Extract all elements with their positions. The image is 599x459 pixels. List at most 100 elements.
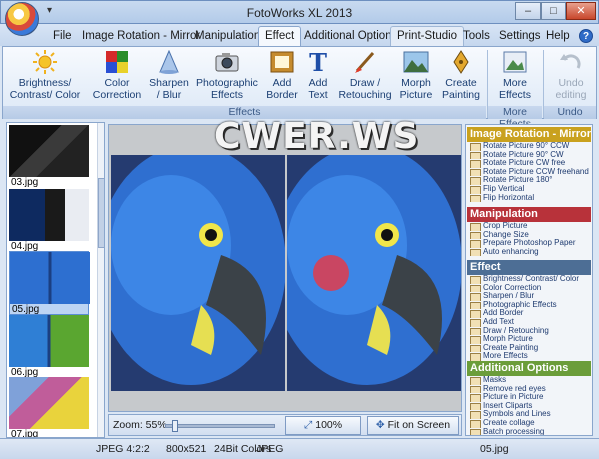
thumbnail-item-selected[interactable]: 05.jpg xyxy=(9,251,90,315)
window-title: FotoWorks XL 2013 xyxy=(246,6,353,20)
minimize-button[interactable]: – xyxy=(515,2,541,20)
add-border-button[interactable]: Add Border xyxy=(263,50,301,101)
undo-editing-button[interactable]: Undo editing xyxy=(547,50,595,101)
panel-item[interactable]: Rotate Picture CCW freehand xyxy=(467,168,591,177)
tab-manipulation[interactable]: Manipulation xyxy=(188,26,267,46)
panel-section-header[interactable]: Manipulation xyxy=(467,207,591,222)
add-border-label-1: Add xyxy=(272,77,292,89)
undo-label-2: editing xyxy=(555,89,587,101)
svg-text:T: T xyxy=(309,50,327,74)
panel-item[interactable]: Rotate Picture CW free xyxy=(467,159,591,168)
thumbnail-item[interactable]: 07.jpg xyxy=(9,377,89,437)
panel-item[interactable]: Sharpen / Blur xyxy=(467,292,591,301)
color-correction-label-1: Color xyxy=(104,77,130,89)
more-effects-label-1: More xyxy=(503,77,527,89)
panel-item[interactable]: Masks xyxy=(467,376,591,385)
thumbnail-item[interactable]: 06.jpg xyxy=(9,315,89,379)
draw-retouching-button[interactable]: Draw / Retouching xyxy=(337,50,393,101)
thumbnail-item[interactable]: 04.jpg xyxy=(9,189,89,253)
thumbnail-label: 05.jpg xyxy=(12,304,40,315)
close-button[interactable]: ✕ xyxy=(566,2,596,20)
parrot-original-image xyxy=(111,155,285,391)
panel-section: Additional Options Masks Remove red eyes Pi… xyxy=(467,361,591,435)
thumbnail-list: 03.jpg 04.jpg 05.jpg 06.jpg 07.jpg xyxy=(6,122,105,438)
add-text-label-1: Add xyxy=(308,77,328,89)
panel-item[interactable]: Rotate Picture 180° xyxy=(467,176,591,185)
undo-icon xyxy=(560,54,581,69)
scrollbar-thumb[interactable] xyxy=(98,178,104,248)
more-effects-button[interactable]: More Effects xyxy=(491,50,539,101)
draw-label-2: Retouching xyxy=(338,89,392,101)
photographic-label-1: Photographic xyxy=(196,77,258,89)
panel-item[interactable]: Auto enhancing xyxy=(467,248,591,257)
tab-file[interactable]: File xyxy=(46,26,79,46)
fit-screen-icon: ✥ xyxy=(375,419,385,431)
panel-section: Manipulation Crop Picture Change Size Prepa… xyxy=(467,207,591,257)
panel-section-header[interactable]: Additional Options xyxy=(467,361,591,376)
tab-additional-options[interactable]: Additional Options xyxy=(297,26,404,46)
panel-item[interactable]: More Effects xyxy=(467,352,591,361)
panel-item[interactable]: Morph Picture xyxy=(467,335,591,344)
sun-icon xyxy=(33,50,57,74)
panel-item[interactable]: Draw / Retouching xyxy=(467,327,591,336)
panel-item[interactable]: Change Size xyxy=(467,231,591,240)
panel-item[interactable]: Create Painting xyxy=(467,344,591,353)
panel-item[interactable]: Picture in Picture xyxy=(467,393,591,402)
maximize-button[interactable]: □ xyxy=(541,2,566,20)
panel-item[interactable]: Add Text xyxy=(467,318,591,327)
panel-item[interactable]: Symbols and Lines xyxy=(467,410,591,419)
panel-item[interactable]: Insert Cliparts xyxy=(467,402,591,411)
panel-item[interactable]: Add Border xyxy=(467,309,591,318)
photographic-effects-button[interactable]: Photographic Effects xyxy=(195,50,259,101)
draw-label-1: Draw / xyxy=(349,77,381,89)
more-effects-icon xyxy=(503,51,527,73)
zoom-slider[interactable] xyxy=(165,420,275,432)
add-border-label-2: Border xyxy=(266,89,298,101)
thumbnail-image xyxy=(9,315,89,367)
tab-effect[interactable]: Effect xyxy=(258,26,302,46)
add-text-button[interactable]: T Add Text xyxy=(303,50,333,101)
undo-label-1: Undo xyxy=(558,77,584,89)
app-menu-orb-icon[interactable] xyxy=(5,2,39,36)
color-correction-button[interactable]: Color Correction xyxy=(89,50,145,101)
panel-item[interactable]: Photographic Effects xyxy=(467,301,591,310)
brush-icon xyxy=(355,52,375,73)
sharpen-blur-button[interactable]: Sharpen / Blur xyxy=(147,50,191,101)
image-viewer[interactable] xyxy=(108,124,462,412)
status-dimensions: 800x521 xyxy=(166,443,207,455)
panel-item[interactable]: Create collage xyxy=(467,419,591,428)
zoom-100-button[interactable]: ⤢ 100% xyxy=(285,416,361,435)
title-bar: ▾ FotoWorks XL 2013 – □ ✕ xyxy=(0,0,599,24)
panel-section-header[interactable]: Image Rotation - Mirror xyxy=(467,127,591,142)
panel-item[interactable]: Remove red eyes xyxy=(467,385,591,394)
panel-section-header[interactable]: Effect xyxy=(467,260,591,275)
panel-item[interactable]: Crop Picture xyxy=(467,222,591,231)
help-icon[interactable]: ? xyxy=(579,29,593,43)
fit-on-screen-button[interactable]: ✥ Fit on Screen xyxy=(367,416,459,435)
brightness-label-1: Brightness/ xyxy=(18,77,72,89)
panel-item[interactable]: Rotate Picture 90° CCW xyxy=(467,142,591,151)
panel-item[interactable]: Flip Vertical xyxy=(467,185,591,194)
panel-item[interactable]: Rotate Picture 90° CW xyxy=(467,151,591,160)
tab-print-studio[interactable]: Print-Studio xyxy=(390,26,465,46)
tab-tools[interactable]: Tools xyxy=(456,26,497,46)
zoom-slider-knob[interactable] xyxy=(172,420,178,432)
brightness-contrast-button[interactable]: Brightness/ Contrast/ Color xyxy=(5,50,85,101)
panel-item[interactable]: Flip Horizontal xyxy=(467,194,591,203)
thumbnail-scrollbar[interactable] xyxy=(97,123,104,437)
panel-item[interactable]: Color Correction xyxy=(467,284,591,293)
morph-picture-button[interactable]: Morph Picture xyxy=(397,50,435,101)
panel-section: Image Rotation - Mirror Rotate Picture 90… xyxy=(467,127,591,203)
cone-icon xyxy=(159,50,179,74)
fit-screen-label: Fit on Screen xyxy=(387,419,451,431)
tab-help[interactable]: Help xyxy=(539,26,577,46)
panel-item[interactable]: Prepare Photoshop Paper xyxy=(467,239,591,248)
color-correction-label-2: Correction xyxy=(92,89,142,101)
ribbon-tabs: File Image Rotation - Mirror Manipulatio… xyxy=(0,24,599,46)
camera-icon xyxy=(215,53,239,72)
create-painting-button[interactable]: Create Painting xyxy=(439,50,483,101)
thumbnail-item[interactable]: 03.jpg xyxy=(9,125,89,189)
panel-item[interactable]: Batch processing xyxy=(467,428,591,435)
panel-item[interactable]: Brightness/ Contrast/ Color xyxy=(467,275,591,284)
add-text-label-2: Text xyxy=(308,89,328,101)
